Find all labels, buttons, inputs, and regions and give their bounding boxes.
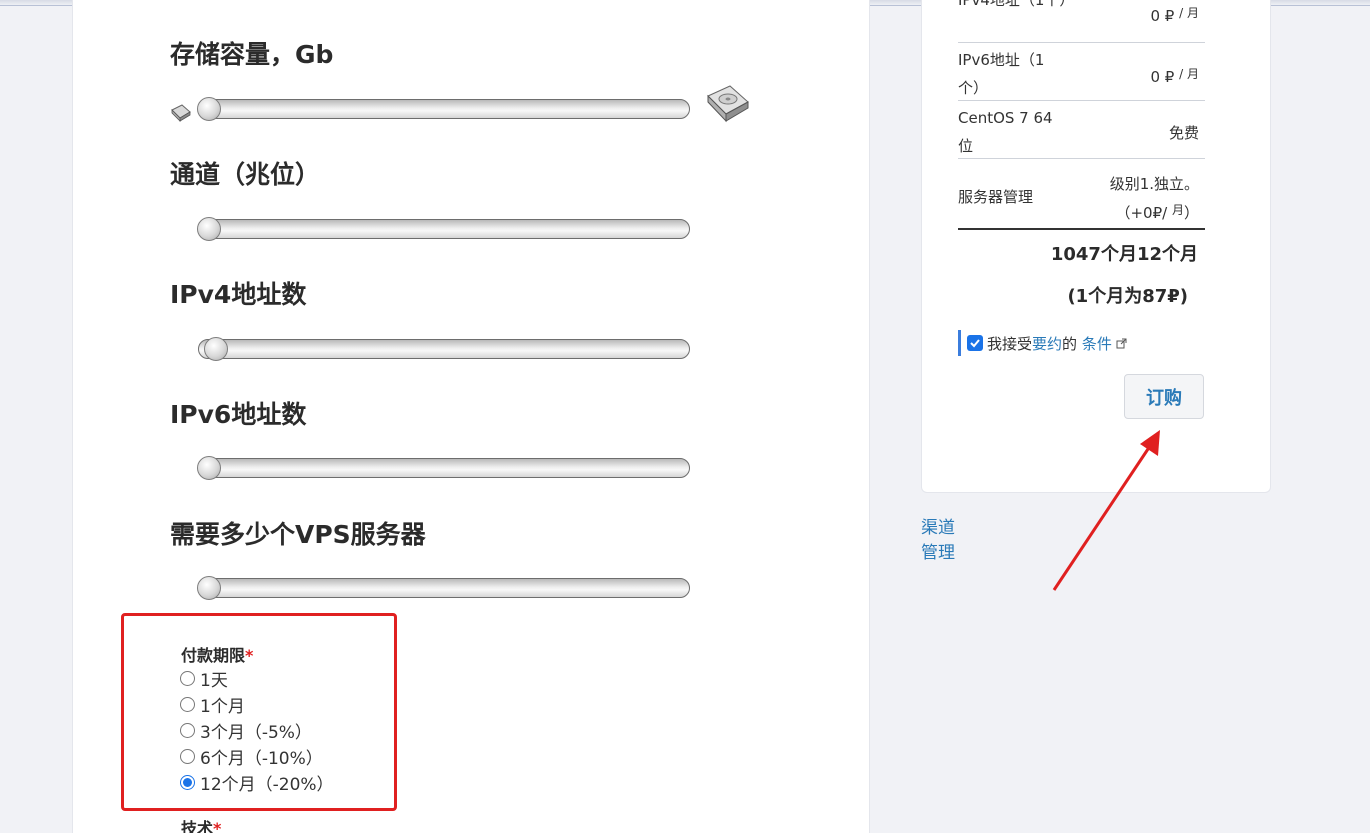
radio-button[interactable]	[180, 748, 195, 764]
agreement-accent-bar	[958, 330, 961, 356]
tech-label: 技术*	[181, 819, 222, 833]
monthly-price: (1个月为87₽)	[1067, 286, 1188, 307]
ipv4-slider-handle[interactable]	[204, 337, 228, 361]
terms-link[interactable]: 条件	[1082, 333, 1112, 354]
radio-button[interactable]	[180, 670, 195, 686]
summary-row-ipv4: IPv4地址（1个） 0 ₽ / 月	[958, 0, 1205, 43]
summary-row-os: CentOS 7 64 位 免费	[958, 101, 1205, 159]
vps-count-title: 需要多少个VPS服务器	[170, 520, 426, 549]
checkmark-icon	[970, 339, 980, 348]
storage-title: 存储容量，Gb	[170, 40, 334, 69]
vps-count-slider-handle[interactable]	[197, 576, 221, 600]
radio-button[interactable]	[180, 696, 195, 712]
payment-term-label: 付款期限*	[181, 646, 254, 665]
terms-agreement: 我接受 要约的 条件	[958, 330, 1127, 356]
offer-link[interactable]: 要约	[1032, 333, 1062, 354]
total-price: 1047个月12个月	[1050, 244, 1198, 265]
channel-slider[interactable]	[197, 217, 690, 241]
payment-option-6-months[interactable]: 6个月（-10%）	[180, 744, 323, 769]
total-divider	[958, 228, 1205, 230]
payment-option-1-day[interactable]: 1天	[180, 666, 228, 691]
order-button[interactable]: 订购	[1124, 374, 1204, 419]
storage-slider[interactable]	[197, 97, 690, 121]
summary-row-management: 服务器管理 级别1.独立。 （+0₽/ 月）	[958, 175, 1199, 222]
large-disk-icon	[707, 85, 749, 123]
channel-management-link[interactable]: 渠道管理	[921, 516, 961, 566]
ipv6-slider-handle[interactable]	[197, 456, 221, 480]
channel-title: 通道（兆位）	[170, 160, 321, 189]
radio-button[interactable]	[180, 722, 195, 738]
radio-button-selected[interactable]	[180, 774, 195, 790]
ipv4-title: IPv4地址数	[170, 280, 307, 309]
external-link-icon	[1116, 338, 1127, 348]
ipv6-slider[interactable]	[197, 456, 690, 480]
payment-option-1-month[interactable]: 1个月	[180, 692, 245, 717]
summary-row-ipv6: IPv6地址（1 个） 0 ₽ / 月	[958, 43, 1205, 101]
ipv6-title: IPv6地址数	[170, 400, 307, 429]
payment-option-3-months[interactable]: 3个月（-5%）	[180, 718, 312, 743]
storage-slider-handle[interactable]	[197, 97, 221, 121]
terms-checkbox[interactable]	[967, 335, 983, 351]
ipv4-slider[interactable]	[198, 337, 690, 361]
payment-option-12-months[interactable]: 12个月（-20%）	[180, 770, 334, 795]
small-disk-icon	[171, 104, 191, 122]
channel-slider-handle[interactable]	[197, 217, 221, 241]
vps-count-slider[interactable]	[197, 576, 690, 600]
